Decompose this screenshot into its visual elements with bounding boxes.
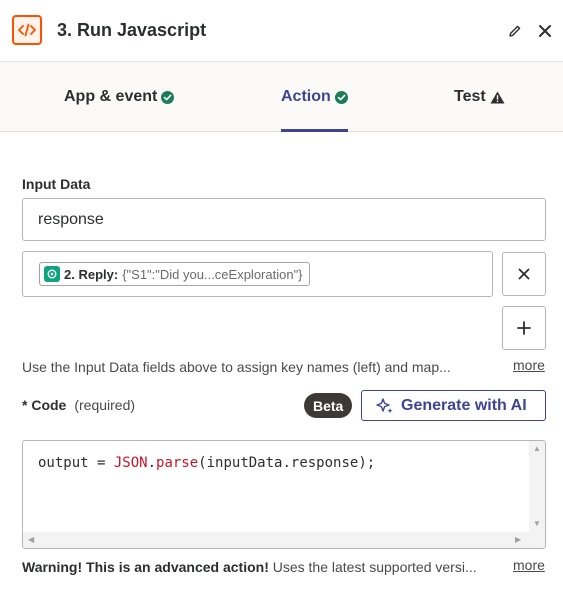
required-text: (required) xyxy=(74,397,136,413)
close-icon xyxy=(539,25,551,37)
mapped-step-label: 2. Reply: xyxy=(64,266,119,282)
code-token: JSON xyxy=(113,455,148,471)
scroll-up-icon[interactable]: ▲ xyxy=(533,444,541,453)
input-data-label: Input Data xyxy=(22,176,91,192)
vertical-scrollbar[interactable]: ▲ ▼ xyxy=(529,441,545,533)
step-tabs: App & event Action Test xyxy=(0,62,563,132)
check-circle-icon xyxy=(161,90,175,104)
pencil-icon xyxy=(509,25,521,37)
scroll-right-icon[interactable]: ▶ xyxy=(515,535,521,544)
warning-icon xyxy=(490,91,505,103)
warning-text: Uses the latest supported versi... xyxy=(268,559,477,575)
step-title: 3. Run Javascript xyxy=(57,20,207,40)
generate-with-ai-button[interactable]: Generate with AI xyxy=(361,390,546,421)
scroll-left-icon[interactable]: ◀ xyxy=(28,535,34,544)
warning-strong-text: Warning! This is an advanced action! xyxy=(22,559,269,575)
advanced-action-warning: Warning! This is an advanced action! Use… xyxy=(22,559,477,575)
plus-icon xyxy=(517,321,531,335)
mapped-value: {"S1":"Did you...ceExploration"} xyxy=(122,266,303,282)
tab-test[interactable]: Test xyxy=(454,88,505,106)
tab-action[interactable]: Action xyxy=(281,88,348,106)
required-marker: * xyxy=(22,397,28,413)
check-circle-icon xyxy=(334,90,348,104)
code-token: output = xyxy=(38,455,114,471)
add-input-button[interactable] xyxy=(502,306,546,350)
horizontal-scrollbar[interactable]: ◀ ▶ xyxy=(23,532,545,548)
input-data-key-value: response xyxy=(38,210,104,228)
scroll-down-icon[interactable]: ▼ xyxy=(533,519,541,528)
panel-header: 3. Run Javascript xyxy=(0,0,563,62)
openai-icon xyxy=(44,266,60,282)
code-token: (inputData.response); xyxy=(198,455,376,471)
close-button[interactable] xyxy=(535,21,555,41)
beta-badge: Beta xyxy=(304,393,353,418)
tab-label: App & event xyxy=(64,88,158,105)
generate-label: Generate with AI xyxy=(401,396,527,414)
code-label-text: Code xyxy=(31,397,67,413)
mapped-field-pill[interactable]: 2. Reply: {"S1":"Did you...ceExploration… xyxy=(39,262,310,286)
code-icon xyxy=(12,15,42,45)
code-field-label: * Code (required) xyxy=(22,397,135,413)
remove-input-button[interactable] xyxy=(502,252,546,296)
warning-more-link[interactable]: more xyxy=(513,557,545,573)
input-data-value-field[interactable]: 2. Reply: {"S1":"Did you...ceExploration… xyxy=(22,251,493,297)
code-editor[interactable]: output = JSON.parse(inputData.response);… xyxy=(22,440,546,549)
code-line: output = JSON.parse(inputData.response); xyxy=(38,455,375,471)
tab-label: Test xyxy=(454,88,486,105)
tab-app-event[interactable]: App & event xyxy=(64,88,175,106)
tab-label: Action xyxy=(281,88,331,105)
code-token: . xyxy=(147,455,157,471)
edit-title-button[interactable] xyxy=(506,22,524,40)
input-data-key-field[interactable]: response xyxy=(22,198,546,241)
code-token: parse xyxy=(156,455,199,471)
input-data-help-text: Use the Input Data fields above to assig… xyxy=(22,359,451,375)
input-data-more-link[interactable]: more xyxy=(513,357,545,373)
active-tab-indicator xyxy=(281,129,348,132)
close-icon xyxy=(518,268,530,280)
sparkle-icon xyxy=(376,397,393,413)
